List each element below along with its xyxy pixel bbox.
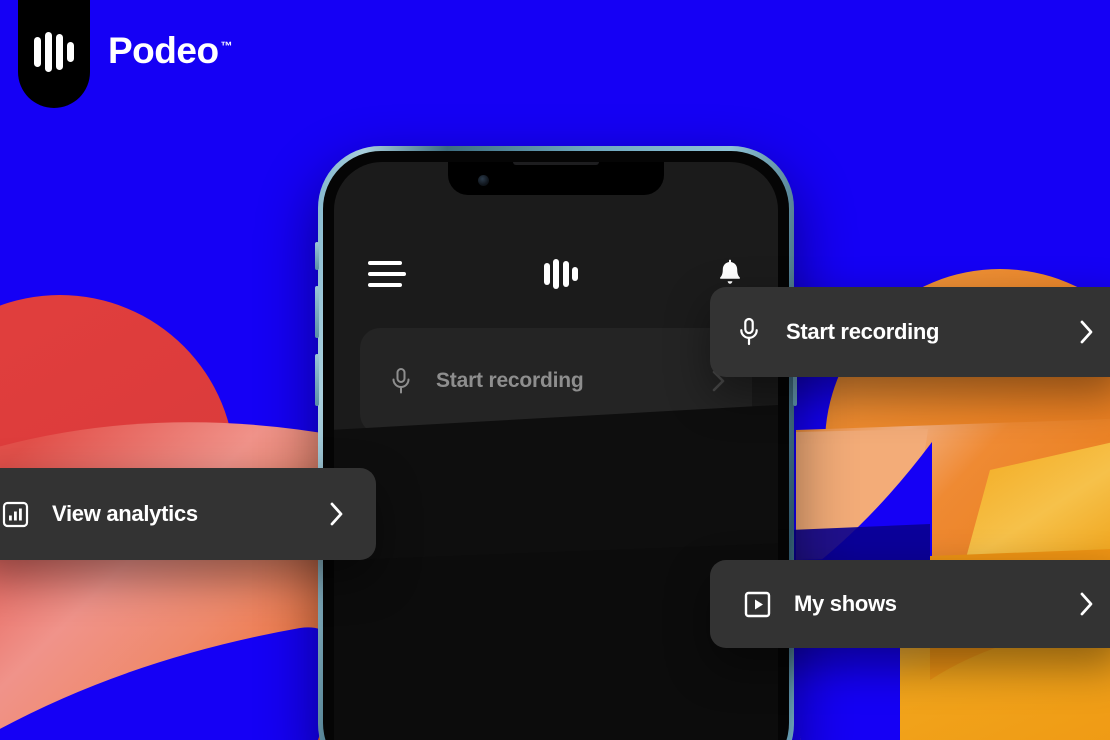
floating-card-view-analytics[interactable]: View analytics bbox=[0, 468, 376, 560]
phone-screen: Start recording bbox=[334, 162, 778, 740]
floating-card-label: My shows bbox=[794, 591, 897, 616]
chevron-right-icon bbox=[328, 500, 346, 528]
chevron-right-icon bbox=[1078, 318, 1096, 346]
phone-volume-up-button bbox=[315, 286, 319, 338]
hamburger-menu-icon[interactable] bbox=[368, 261, 406, 287]
microphone-icon bbox=[734, 317, 764, 347]
chevron-right-icon bbox=[1078, 590, 1096, 618]
play-square-icon bbox=[742, 591, 772, 618]
microphone-icon bbox=[386, 367, 416, 395]
podeo-waveform-icon bbox=[34, 32, 74, 72]
trademark-symbol: ™ bbox=[220, 38, 233, 53]
menu-item-label: Start recording bbox=[436, 369, 584, 392]
wordmark-text: Podeo bbox=[108, 30, 219, 71]
phone-volume-down-button bbox=[315, 354, 319, 406]
podeo-logo-badge bbox=[18, 0, 90, 108]
bell-icon[interactable] bbox=[716, 259, 744, 289]
phone-body: Start recording bbox=[323, 151, 789, 740]
bar-chart-icon bbox=[0, 501, 30, 528]
podeo-waveform-icon bbox=[543, 259, 579, 289]
earpiece-speaker bbox=[513, 162, 599, 165]
podeo-wordmark: Podeo ™ bbox=[108, 30, 233, 71]
floating-card-my-shows[interactable]: My shows bbox=[710, 560, 1110, 648]
phone-notch bbox=[448, 162, 664, 195]
phone-silent-switch bbox=[315, 242, 319, 270]
floating-card-label: Start recording bbox=[786, 319, 940, 344]
phone-mockup: Start recording bbox=[315, 146, 797, 740]
front-camera bbox=[478, 175, 489, 186]
floating-card-start-recording[interactable]: Start recording bbox=[710, 287, 1110, 377]
floating-card-label: View analytics bbox=[52, 501, 198, 526]
poster-canvas: Podeo ™ Start recording Start recording … bbox=[0, 0, 1110, 740]
